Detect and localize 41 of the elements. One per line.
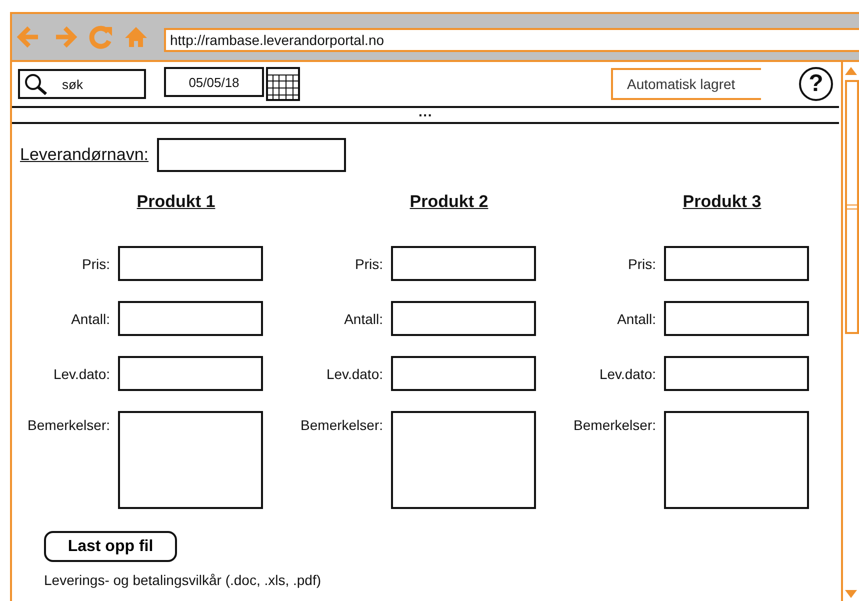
field-label: Bemerkelser: — [26, 416, 110, 433]
input-field[interactable] — [391, 356, 536, 391]
help-button[interactable]: ? — [799, 67, 833, 101]
remarks-field[interactable] — [118, 411, 263, 509]
input-field[interactable] — [664, 301, 809, 336]
input-field[interactable] — [391, 301, 536, 336]
input-field[interactable] — [664, 356, 809, 391]
remarks-field[interactable] — [664, 411, 809, 509]
input-field[interactable] — [391, 246, 536, 281]
field-label: Lev.dato: — [325, 366, 383, 382]
input-field[interactable] — [118, 301, 263, 336]
upload-button[interactable]: Last opp fil — [44, 531, 177, 562]
search-icon — [24, 73, 48, 95]
field-label: Bemerkelser: — [572, 416, 656, 433]
url-field[interactable]: http://rambase.leverandorportal.no — [164, 28, 859, 52]
field-label: Pris: — [627, 256, 656, 272]
field-label: Antall: — [616, 310, 656, 326]
product-title: Produkt 2 — [410, 192, 488, 211]
save-status: Automatisk lagret — [611, 68, 761, 100]
input-field[interactable] — [664, 246, 809, 281]
field-label: Antall: — [343, 310, 383, 326]
field-label: Antall: — [70, 310, 110, 326]
input-field[interactable] — [118, 356, 263, 391]
supplier-name-field[interactable] — [156, 138, 346, 172]
scrollbar[interactable] — [841, 62, 859, 601]
field-label: Pris: — [354, 256, 383, 272]
field-label: Bemerkelser: — [300, 416, 383, 433]
more-menu[interactable]: ··· — [418, 108, 432, 122]
remarks-field[interactable] — [391, 411, 536, 509]
supplier-label: Leverandørnavn: — [20, 145, 149, 165]
field-label: Pris: — [81, 256, 110, 272]
product-title: Produkt 3 — [682, 192, 762, 211]
upload-note: Leverings- og betalingsvilkår (.doc, .xls, .pdf) — [44, 572, 322, 588]
field-label: Lev.dato: — [598, 366, 656, 382]
product-title: Produkt 1 — [136, 192, 216, 211]
date-field[interactable]: 05/05/18 — [164, 67, 264, 97]
scroll-thumb[interactable] — [845, 80, 859, 334]
field-label: Lev.dato: — [52, 366, 110, 382]
input-field[interactable] — [118, 246, 263, 281]
calendar-icon[interactable] — [266, 67, 300, 101]
search-field[interactable]: søk — [18, 69, 146, 99]
